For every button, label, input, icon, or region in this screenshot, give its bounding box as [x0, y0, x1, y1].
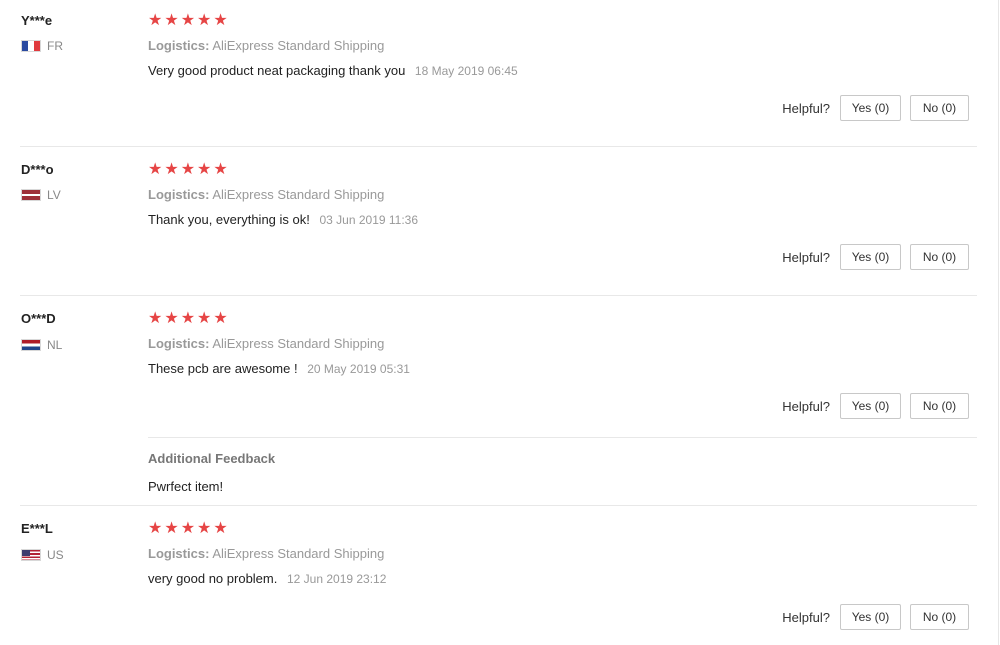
reviewer-name: Y***e — [21, 13, 53, 28]
logistics-value: AliExpress Standard Shipping — [212, 546, 385, 561]
vote-yes-button[interactable]: Yes (0) — [840, 604, 901, 630]
logistics-value: AliExpress Standard Shipping — [212, 187, 385, 202]
logistics-value: AliExpress Standard Shipping — [212, 38, 385, 53]
review-text: These pcb are awesome ! — [148, 361, 298, 376]
logistics-label: Logistics: — [148, 336, 210, 351]
review-content: Thank you, everything is ok! 03 Jun 2019… — [148, 212, 418, 227]
additional-feedback-title: Additional Feedback — [148, 451, 276, 466]
logistics-label: Logistics: — [148, 546, 210, 561]
helpful-vote: Helpful? Yes (0) No (0) — [782, 393, 969, 419]
helpful-label: Helpful? — [782, 249, 830, 265]
vote-no-button[interactable]: No (0) — [910, 244, 969, 270]
vote-yes-button[interactable]: Yes (0) — [840, 244, 901, 270]
usa-flag-icon — [21, 549, 41, 561]
logistics-info: Logistics: AliExpress Standard Shipping — [148, 336, 384, 351]
star-rating: ★★★★★ — [148, 12, 230, 29]
country-code: LV — [47, 188, 61, 202]
country-code: US — [47, 548, 64, 562]
star-rating: ★★★★★ — [148, 520, 230, 537]
additional-feedback-text: Pwrfect item! — [148, 479, 224, 494]
reviewer-country: FR — [21, 39, 63, 53]
helpful-vote: Helpful? Yes (0) No (0) — [782, 244, 969, 270]
netherlands-flag-icon — [21, 339, 41, 351]
review-date: 03 Jun 2019 11:36 — [319, 213, 419, 227]
review-date: 18 May 2019 06:45 — [414, 64, 518, 78]
review-date: 20 May 2019 05:31 — [307, 362, 410, 376]
review-content: These pcb are awesome ! 20 May 2019 05:3… — [148, 361, 410, 376]
vote-no-button[interactable]: No (0) — [910, 95, 969, 121]
latvia-flag-icon — [21, 189, 41, 201]
logistics-info: Logistics: AliExpress Standard Shipping — [148, 38, 384, 53]
france-flag-icon — [21, 40, 41, 52]
logistics-info: Logistics: AliExpress Standard Shipping — [148, 187, 384, 202]
vote-no-button[interactable]: No (0) — [910, 393, 969, 419]
vote-no-button[interactable]: No (0) — [910, 604, 969, 630]
vote-yes-button[interactable]: Yes (0) — [840, 393, 901, 419]
reviewer-name: O***D — [21, 311, 56, 326]
country-code: NL — [47, 338, 63, 352]
reviewer-country: LV — [21, 188, 61, 202]
divider — [148, 437, 977, 438]
logistics-label: Logistics: — [148, 187, 210, 202]
reviewer-name: E***L — [21, 521, 53, 536]
helpful-label: Helpful? — [782, 100, 830, 116]
reviewer-name: D***o — [21, 162, 54, 177]
review-list: Y***e FR ★★★★★ Logistics: AliExpress Sta… — [0, 0, 999, 645]
divider — [20, 146, 977, 147]
logistics-value: AliExpress Standard Shipping — [212, 336, 385, 351]
helpful-label: Helpful? — [782, 609, 830, 625]
star-rating: ★★★★★ — [148, 161, 230, 178]
review-content: very good no problem. 12 Jun 2019 23:12 — [148, 571, 386, 586]
helpful-vote: Helpful? Yes (0) No (0) — [782, 604, 969, 630]
vote-yes-button[interactable]: Yes (0) — [840, 95, 901, 121]
divider — [20, 295, 977, 296]
review-content: Very good product neat packaging thank y… — [148, 63, 518, 78]
helpful-vote: Helpful? Yes (0) No (0) — [782, 95, 969, 121]
logistics-info: Logistics: AliExpress Standard Shipping — [148, 546, 384, 561]
reviewer-country: US — [21, 548, 64, 562]
review-date: 12 Jun 2019 23:12 — [286, 572, 387, 586]
review-text: Thank you, everything is ok! — [148, 212, 310, 227]
star-rating: ★★★★★ — [148, 310, 230, 327]
review-text: very good no problem. — [148, 571, 278, 586]
review-text: Very good product neat packaging thank y… — [148, 63, 406, 78]
helpful-label: Helpful? — [782, 398, 830, 414]
reviewer-country: NL — [21, 338, 62, 352]
logistics-label: Logistics: — [148, 38, 210, 53]
country-code: FR — [47, 39, 63, 53]
divider — [20, 505, 977, 506]
